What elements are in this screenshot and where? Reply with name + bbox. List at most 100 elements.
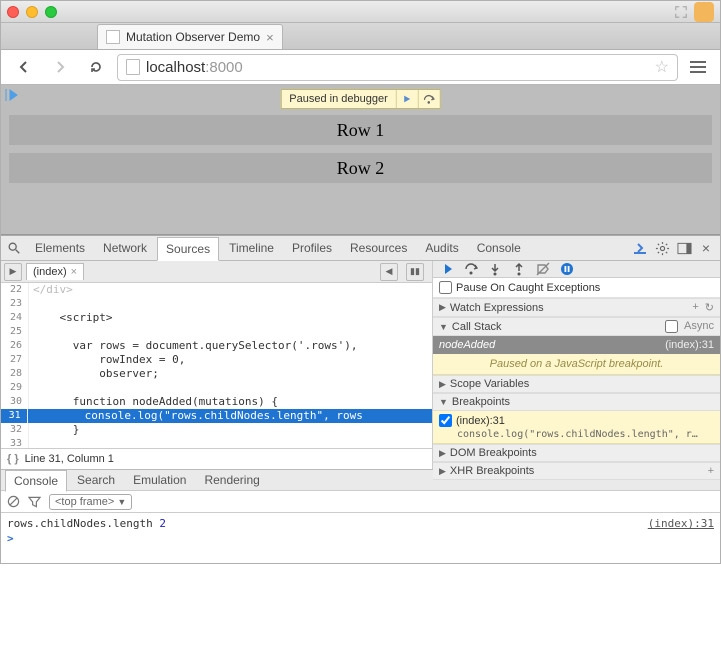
page-row: Row 2 — [9, 153, 712, 183]
drawer-tab-rendering[interactable]: Rendering — [196, 470, 267, 490]
paused-overlay-text: Paused in debugger — [281, 93, 395, 105]
breakpoints-header[interactable]: ▼ Breakpoints — [433, 393, 720, 411]
tab-title: Mutation Observer Demo — [126, 30, 260, 44]
file-tab-close-icon[interactable]: × — [71, 266, 77, 278]
collapse-icon: ▶ — [439, 448, 446, 459]
expand-icon: ▼ — [439, 322, 448, 332]
file-tab-label: (index) — [33, 266, 67, 278]
add-xhr-breakpoint-icon[interactable]: + — [708, 465, 714, 477]
drawer-tab-console[interactable]: Console — [5, 470, 67, 492]
sidebar-toggle-icon[interactable]: ▮▮ — [406, 263, 424, 281]
collapse-icon: ▶ — [439, 466, 446, 477]
panel-tab-audits[interactable]: Audits — [417, 237, 466, 259]
resume-icon[interactable] — [3, 87, 19, 103]
add-watch-icon[interactable]: + — [692, 301, 698, 314]
dom-breakpoints-header[interactable]: ▶ DOM Breakpoints — [433, 444, 720, 462]
code-line[interactable]: 32 } — [1, 423, 432, 437]
pause-on-caught-row[interactable]: Pause On Caught Exceptions — [433, 278, 720, 298]
code-line[interactable]: 28 observer; — [1, 367, 432, 381]
code-line[interactable]: 31 console.log("rows.childNodes.length",… — [1, 409, 432, 423]
bookmark-star-icon[interactable]: ☆ — [655, 57, 669, 77]
code-line[interactable]: 25 — [1, 325, 432, 339]
async-checkbox[interactable] — [665, 320, 678, 333]
pause-reason: Paused on a JavaScript breakpoint. — [433, 354, 720, 375]
collapse-icon: ▶ — [439, 302, 446, 313]
console-prompt[interactable]: > — [7, 532, 714, 545]
expand-icon[interactable] — [674, 5, 688, 19]
scope-variables-header[interactable]: ▶ Scope Variables — [433, 375, 720, 393]
source-editor[interactable]: 22</div>2324 <script>2526 var rows = doc… — [1, 283, 432, 448]
back-button[interactable] — [9, 53, 39, 81]
step-into-button[interactable] — [487, 261, 503, 277]
resume-button[interactable] — [439, 261, 455, 277]
collapse-icon: ▶ — [439, 379, 446, 390]
code-line[interactable]: 29 — [1, 381, 432, 395]
browser-tab[interactable]: Mutation Observer Demo × — [97, 24, 283, 49]
close-window-button[interactable] — [7, 6, 19, 18]
frame-name: nodeAdded — [439, 339, 495, 351]
settings-gear-icon[interactable] — [654, 240, 670, 256]
panel-tab-elements[interactable]: Elements — [27, 237, 93, 259]
zoom-window-button[interactable] — [45, 6, 57, 18]
pause-on-caught-checkbox[interactable] — [439, 281, 452, 294]
clear-console-icon[interactable] — [7, 495, 20, 508]
window-titlebar — [1, 1, 720, 23]
panel-tab-profiles[interactable]: Profiles — [284, 237, 340, 259]
call-stack-frame[interactable]: nodeAdded (index):31 — [433, 336, 720, 354]
code-line[interactable]: 30 function nodeAdded(mutations) { — [1, 395, 432, 409]
deactivate-breakpoints-button[interactable] — [535, 261, 551, 277]
editor-status-bar: { } Line 31, Column 1 — [1, 448, 432, 469]
expand-icon: ▼ — [439, 397, 448, 407]
breakpoint-checkbox[interactable] — [439, 414, 452, 427]
context-selector[interactable]: <top frame> ▼ — [49, 494, 132, 510]
minimize-window-button[interactable] — [26, 6, 38, 18]
code-line[interactable]: 33 — [1, 437, 432, 448]
console-message: rows.childNodes.length 2 (index):31 — [7, 517, 714, 530]
pause-exceptions-button[interactable] — [559, 261, 575, 277]
filter-icon[interactable] — [28, 496, 41, 508]
panel-tab-network[interactable]: Network — [95, 237, 155, 259]
inspect-icon[interactable] — [7, 241, 21, 255]
site-info-icon[interactable] — [126, 59, 140, 75]
tab-close-icon[interactable]: × — [266, 30, 274, 45]
console-output[interactable]: rows.childNodes.length 2 (index):31 > — [1, 513, 720, 563]
panel-tab-timeline[interactable]: Timeline — [221, 237, 282, 259]
dock-side-icon[interactable] — [676, 240, 692, 256]
chevron-down-icon: ▼ — [117, 497, 126, 507]
watch-expressions-header[interactable]: ▶ Watch Expressions +↻ — [433, 298, 720, 317]
refresh-watch-icon[interactable]: ↻ — [705, 301, 714, 314]
devtools-close-icon[interactable]: × — [698, 240, 714, 256]
drawer-tab-search[interactable]: Search — [69, 470, 123, 490]
pretty-print-icon[interactable]: { } — [7, 453, 19, 465]
address-bar[interactable]: localhost:8000 ☆ — [117, 54, 678, 81]
chrome-menu-button[interactable] — [684, 53, 712, 81]
browser-tabstrip: Mutation Observer Demo × — [1, 23, 720, 50]
code-line[interactable]: 27 rowIndex = 0, — [1, 353, 432, 367]
navigator-toggle-icon[interactable]: ▶ — [4, 263, 22, 281]
step-over-button[interactable] — [463, 261, 479, 277]
code-line[interactable]: 24 <script> — [1, 311, 432, 325]
panel-tab-console[interactable]: Console — [469, 237, 529, 259]
drawer-tab-emulation[interactable]: Emulation — [125, 470, 194, 490]
page-row: Row 1 — [9, 115, 712, 145]
show-drawer-icon[interactable] — [632, 240, 648, 256]
panel-tab-resources[interactable]: Resources — [342, 237, 415, 259]
history-back-icon[interactable]: ◀ — [380, 263, 398, 281]
code-line[interactable]: 22</div> — [1, 283, 432, 297]
overlay-step-button[interactable] — [418, 90, 440, 108]
overlay-resume-button[interactable] — [396, 90, 418, 108]
code-line[interactable]: 23 — [1, 297, 432, 311]
panel-tab-sources[interactable]: Sources — [157, 237, 219, 261]
call-stack-header[interactable]: ▼ Call Stack Async — [433, 317, 720, 336]
file-tabbar: ▶ (index) × ◀ ▮▮ — [1, 261, 432, 283]
code-line[interactable]: 26 var rows = document.querySelector('.r… — [1, 339, 432, 353]
xhr-breakpoints-header[interactable]: ▶ XHR Breakpoints + — [433, 462, 720, 480]
breakpoint-item[interactable]: (index):31 console.log("rows.childNodes.… — [433, 411, 720, 444]
step-out-button[interactable] — [511, 261, 527, 277]
console-source-link[interactable]: (index):31 — [648, 517, 714, 530]
forward-button[interactable] — [45, 53, 75, 81]
devtools-panel-tabs: Elements Network Sources Timeline Profil… — [1, 236, 720, 261]
reload-button[interactable] — [81, 53, 111, 81]
profile-avatar-icon[interactable] — [694, 2, 714, 22]
file-tab[interactable]: (index) × — [26, 263, 84, 280]
